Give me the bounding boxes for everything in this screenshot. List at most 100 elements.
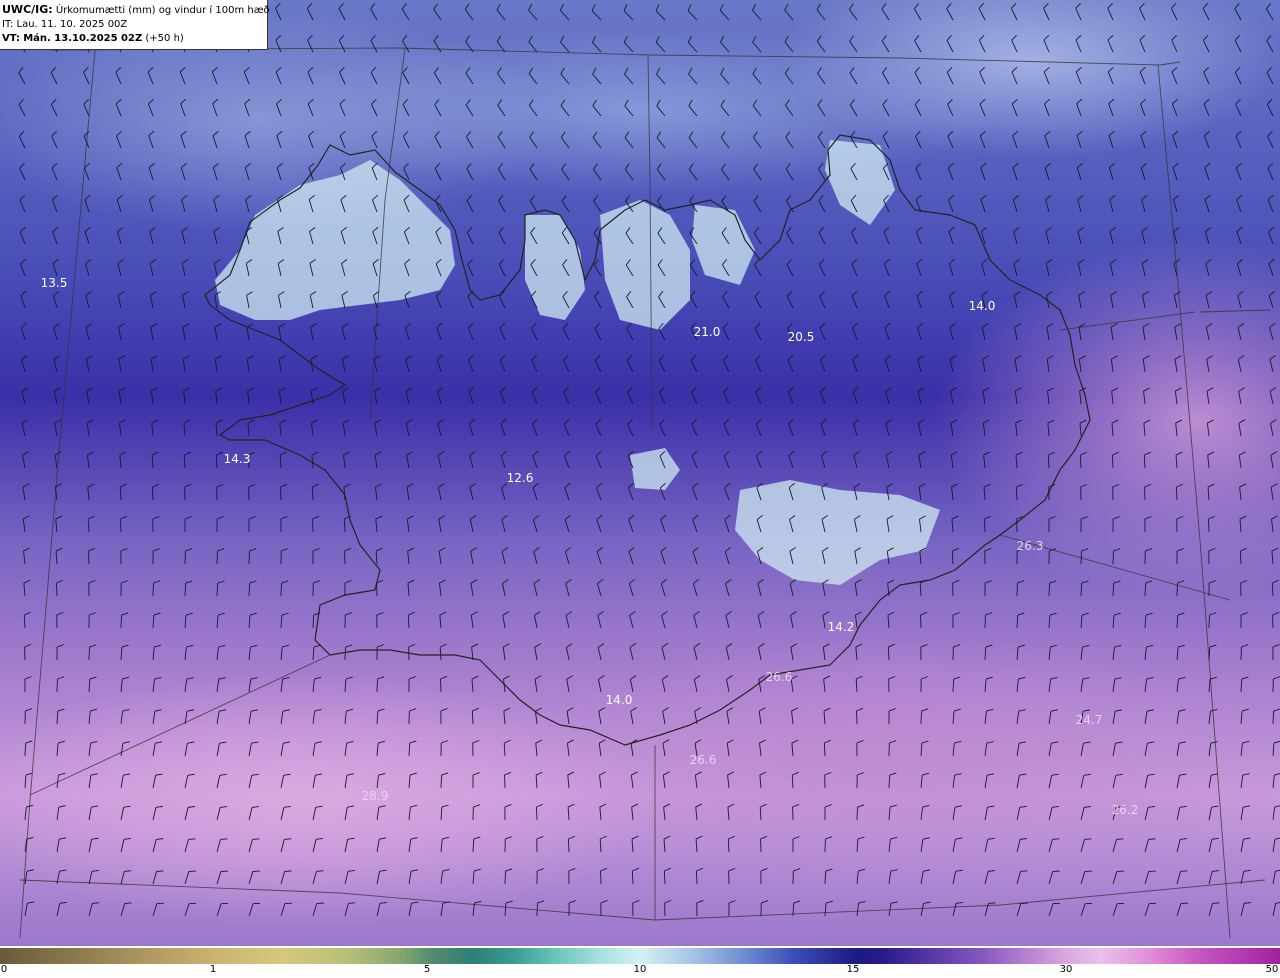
wind-barb <box>754 290 762 309</box>
wind-barb <box>503 707 511 725</box>
wind-barb <box>277 194 284 213</box>
wind-barb <box>561 227 570 245</box>
wind-barb <box>470 579 478 597</box>
wind-barb <box>536 900 545 917</box>
wind-barb <box>883 258 890 277</box>
wind-barb <box>1144 548 1153 565</box>
wind-barb <box>248 644 258 661</box>
value-label: 21.0 <box>693 325 721 339</box>
wind-barb <box>952 708 961 725</box>
wind-barb <box>756 514 763 533</box>
wind-barb <box>55 579 63 597</box>
wind-barb <box>693 643 701 661</box>
wind-barb <box>408 804 418 821</box>
wind-barb <box>152 516 160 533</box>
wind-barb <box>500 386 507 405</box>
wind-barb <box>792 868 801 885</box>
wind-barb <box>623 4 634 21</box>
wind-barb <box>853 451 860 469</box>
wind-barb <box>784 67 794 85</box>
wind-barb <box>722 322 730 341</box>
wind-barb <box>913 3 922 21</box>
precipitation-map[interactable]: 13.5 14.3 12.6 21.0 20.5 14.0 14.2 14.0 … <box>0 0 1280 946</box>
wind-barb <box>405 387 412 405</box>
colorbar-gradient <box>0 948 1280 964</box>
wind-barb <box>916 290 923 309</box>
wind-barb <box>1109 227 1117 245</box>
wind-barb <box>952 902 964 917</box>
wind-barb <box>1204 194 1211 213</box>
wind-barb <box>499 290 506 309</box>
wind-barb <box>562 290 570 309</box>
wind-barb <box>560 67 570 85</box>
wind-barb <box>626 291 634 309</box>
wind-barb <box>87 451 94 469</box>
wind-barb <box>275 34 282 53</box>
wind-barb <box>440 836 450 853</box>
wind-barb <box>687 35 698 53</box>
wind-barb <box>434 130 442 149</box>
wind-barb <box>375 515 383 533</box>
wind-barb <box>786 258 794 277</box>
product-subtitle: Úrkomumætti (mm) og vindur í 100m hæð <box>55 5 270 16</box>
wind-barb <box>1267 162 1274 181</box>
wind-barb <box>214 355 222 373</box>
wind-barb <box>311 419 318 437</box>
wind-barb <box>1112 709 1123 725</box>
wind-barb <box>56 837 67 853</box>
wind-barb <box>19 226 26 245</box>
wind-barb <box>1240 676 1249 693</box>
wind-barb <box>500 418 507 437</box>
valid-time-line: VT: Mán. 13.10.2025 02Z (+50 h) <box>2 32 267 46</box>
wind-barb <box>312 580 321 597</box>
wind-barb <box>1203 98 1210 117</box>
wind-barb <box>248 483 256 501</box>
wind-barb <box>1235 130 1242 149</box>
wind-barb <box>1111 451 1119 469</box>
wind-barb <box>344 741 354 757</box>
wind-barb <box>1174 355 1182 373</box>
wind-barb <box>502 579 509 597</box>
wind-barb <box>84 226 91 245</box>
wind-barb <box>1267 130 1274 149</box>
wind-barb <box>118 323 125 341</box>
wind-barb <box>856 740 864 757</box>
wind-barb <box>818 226 826 245</box>
wind-barb <box>433 3 442 21</box>
wind-barb <box>1175 483 1183 501</box>
wind-barb <box>466 194 474 213</box>
wind-barb <box>1076 130 1083 149</box>
wind-barb <box>819 354 826 373</box>
wind-barb <box>981 258 988 277</box>
wind-barb <box>280 483 288 501</box>
wind-barb <box>658 291 666 309</box>
wind-barb <box>888 804 897 821</box>
wind-barb <box>1048 773 1059 789</box>
wind-barb <box>408 837 418 853</box>
wind-barb <box>120 837 131 853</box>
wind-barb <box>688 131 698 149</box>
wind-barb <box>884 290 891 309</box>
wind-barb <box>115 66 122 85</box>
wind-barb <box>628 514 635 533</box>
wind-barb <box>852 354 859 373</box>
wind-barb <box>408 901 419 917</box>
wind-barb <box>534 643 541 661</box>
wind-barb <box>563 354 570 373</box>
wind-barb <box>1045 227 1052 245</box>
wind-barb <box>1079 387 1087 405</box>
wind-barb <box>821 515 829 533</box>
wind-barb <box>915 194 922 213</box>
wind-barb <box>180 98 187 117</box>
colorbar-tick: 15 <box>846 964 860 975</box>
wind-barb <box>1112 902 1125 917</box>
colorbar-tick: 0 <box>0 964 8 975</box>
wind-barb <box>312 773 323 789</box>
wind-barb <box>85 323 93 341</box>
wind-barb <box>504 900 513 917</box>
wind-barb <box>691 450 698 469</box>
wind-barb <box>344 547 352 565</box>
wind-barb <box>148 162 155 181</box>
wind-barb <box>179 66 186 85</box>
wind-barb <box>280 644 290 661</box>
